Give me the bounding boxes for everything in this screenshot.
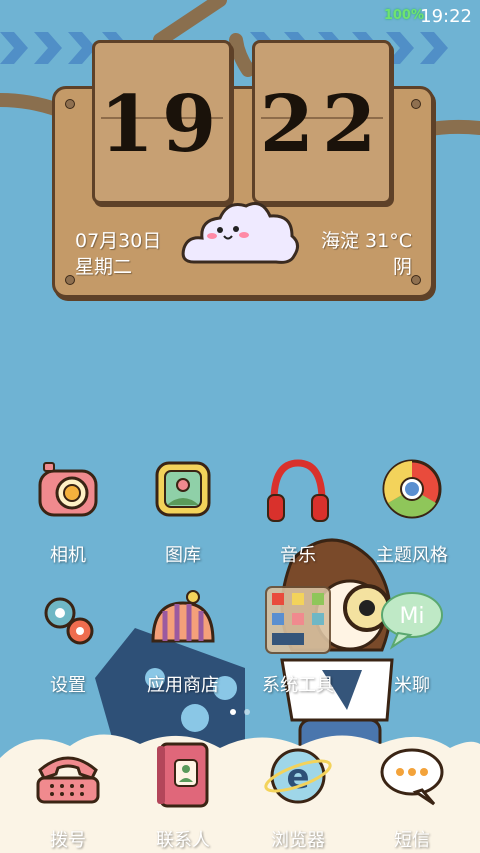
weather-condition: 阴 bbox=[392, 256, 412, 278]
camera-icon bbox=[38, 462, 98, 517]
app-label: 相机 bbox=[50, 545, 86, 566]
gear-icon bbox=[44, 597, 94, 645]
date-text: 07月30日 bbox=[75, 230, 162, 252]
screw-decoration bbox=[65, 99, 75, 109]
clock-minute: 22 bbox=[259, 79, 385, 170]
app-label: 系统工具 bbox=[262, 675, 334, 696]
dock-browser[interactable]: e 浏览器 bbox=[238, 740, 358, 852]
message-icon bbox=[380, 748, 444, 806]
app-system-tools-folder[interactable]: 系统工具 bbox=[238, 585, 358, 697]
app-label: 主题风格 bbox=[376, 545, 448, 566]
app-music[interactable]: 音乐 bbox=[238, 455, 358, 567]
app-label: 米聊 bbox=[394, 675, 430, 696]
app-store[interactable]: 应用商店 bbox=[123, 585, 243, 697]
page-dot-active bbox=[230, 709, 236, 715]
tools-folder-icon bbox=[265, 586, 331, 654]
screw-decoration bbox=[411, 275, 421, 285]
weekday-text: 星期二 bbox=[75, 256, 133, 278]
store-icon bbox=[151, 590, 215, 643]
app-label: 音乐 bbox=[280, 545, 316, 566]
app-mitalk[interactable]: Mi 米聊 bbox=[352, 585, 472, 697]
app-gallery[interactable]: 图库 bbox=[123, 455, 243, 567]
browser-icon: e bbox=[264, 748, 332, 804]
page-indicator bbox=[226, 700, 254, 719]
phone-icon bbox=[36, 756, 100, 804]
mitalk-icon: Mi bbox=[381, 592, 443, 650]
contacts-icon bbox=[157, 742, 209, 808]
minute-flip-card: 22 bbox=[252, 40, 392, 204]
gallery-icon bbox=[155, 461, 211, 517]
app-label: 拨号 bbox=[50, 830, 86, 851]
page-dot bbox=[244, 709, 250, 715]
dock-messages[interactable]: 短信 bbox=[352, 740, 472, 852]
screw-decoration bbox=[411, 99, 421, 109]
screw-decoration bbox=[65, 275, 75, 285]
app-label: 联系人 bbox=[156, 830, 210, 851]
app-label: 图库 bbox=[165, 545, 201, 566]
app-label: 浏览器 bbox=[271, 830, 325, 851]
hour-flip-card: 19 bbox=[92, 40, 232, 204]
cloud-weather-icon bbox=[181, 202, 299, 264]
dock-phone[interactable]: 拨号 bbox=[8, 740, 128, 852]
location-temperature: 海淀 31°C bbox=[321, 230, 412, 252]
theme-icon bbox=[382, 459, 442, 519]
svg-text:Mi: Mi bbox=[399, 604, 424, 629]
app-label: 短信 bbox=[394, 830, 430, 851]
app-camera[interactable]: 相机 bbox=[8, 455, 128, 567]
app-label: 应用商店 bbox=[147, 675, 219, 696]
app-theme[interactable]: 主题风格 bbox=[352, 455, 472, 567]
app-label: 设置 bbox=[50, 675, 86, 696]
dock-contacts[interactable]: 联系人 bbox=[123, 740, 243, 852]
headphones-icon bbox=[267, 459, 329, 522]
clock-hour: 19 bbox=[99, 79, 225, 170]
app-settings[interactable]: 设置 bbox=[8, 585, 128, 697]
